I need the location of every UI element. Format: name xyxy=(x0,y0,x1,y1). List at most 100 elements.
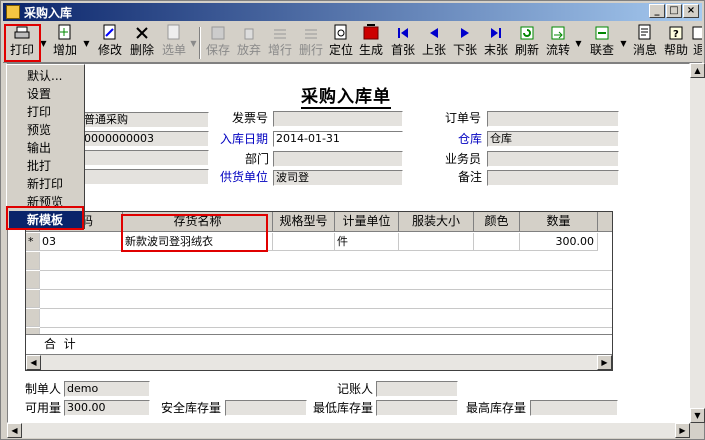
supplier-label[interactable]: 供货单位 xyxy=(220,168,268,185)
row-header xyxy=(26,252,40,270)
cell-unit[interactable]: 件 xyxy=(335,233,399,251)
menu-item-print[interactable]: 打印 xyxy=(9,103,83,121)
column-header-quantity[interactable]: 数量 xyxy=(520,212,598,232)
department-field[interactable] xyxy=(273,151,403,167)
remarks-field[interactable] xyxy=(487,170,619,186)
grid-horizontal-scrollbar[interactable]: ◀ ▶ xyxy=(26,354,612,370)
salesperson-field[interactable] xyxy=(487,151,619,167)
refresh-button[interactable]: 刷新 xyxy=(512,25,542,61)
supplier-field[interactable]: 波司登 xyxy=(273,170,403,186)
new-template-highlight-box xyxy=(6,206,84,230)
invoice-no-label: 发票号 xyxy=(232,111,269,125)
query-icon xyxy=(593,25,611,40)
flow-dropdown-arrow[interactable]: ▼ xyxy=(574,25,583,61)
toolbar: 打印 ▼ 增加 ▼ 修改 删除 选单 ▼ 保存 放弃 增行 删行 定位 生成 首… xyxy=(3,23,702,63)
menu-item-batch-print[interactable]: 批打 xyxy=(9,157,83,175)
cell-color[interactable] xyxy=(474,233,520,251)
warehouse-field[interactable]: 仓库 xyxy=(487,131,619,147)
close-button[interactable]: × xyxy=(683,4,699,18)
scroll-left-button[interactable]: ◀ xyxy=(7,423,22,438)
last-button[interactable]: 末张 xyxy=(481,25,511,61)
order-no-label: 订单号 xyxy=(445,111,482,125)
minimize-button[interactable]: _ xyxy=(649,4,665,18)
safety-stock-label: 安全库存量 xyxy=(161,401,222,415)
detail-grid: 编码 存货名称 规格型号 计量单位 服装大小 颜色 数量 * 03 新款波司登羽… xyxy=(25,211,613,371)
row-marker: * xyxy=(26,233,40,251)
purchase-type-field[interactable]: 普通采购 xyxy=(81,112,209,128)
column-header-spec[interactable]: 规格型号 xyxy=(273,212,335,232)
cell-code[interactable]: 03 xyxy=(40,233,123,251)
maker-field[interactable]: demo xyxy=(64,381,150,397)
add-icon xyxy=(56,24,74,40)
column-header-color[interactable]: 颜色 xyxy=(474,212,520,232)
message-icon xyxy=(636,24,654,40)
total-row-label: 合 计 xyxy=(26,334,612,354)
inbound-date-label[interactable]: 入库日期 xyxy=(220,130,268,147)
select-dropdown-arrow[interactable]: ▼ xyxy=(189,25,198,61)
menu-item-preview[interactable]: 预览 xyxy=(9,121,83,139)
flow-icon xyxy=(549,25,567,40)
help-button[interactable]: ? 帮助 xyxy=(661,25,691,61)
available-field[interactable]: 300.00 xyxy=(64,400,150,416)
query-button[interactable]: 联查 xyxy=(587,25,617,61)
delete-icon xyxy=(133,25,151,40)
next-button[interactable]: 下张 xyxy=(450,25,480,61)
next-icon xyxy=(456,25,474,40)
save-button[interactable]: 保存 xyxy=(203,25,233,61)
maximize-button[interactable]: □ xyxy=(666,4,682,18)
edit-button[interactable]: 修改 xyxy=(95,24,125,61)
app-window: 采购入库 _ □ × 打印 ▼ 增加 ▼ 修改 删除 选单 ▼ 保存 放弃 增行… xyxy=(0,0,705,440)
select-button[interactable]: 选单 xyxy=(159,24,189,61)
query-dropdown-arrow[interactable]: ▼ xyxy=(619,25,628,61)
row-header xyxy=(26,309,40,327)
delete-row-button[interactable]: 删行 xyxy=(296,25,326,61)
exit-icon xyxy=(692,25,702,40)
add-dropdown-arrow[interactable]: ▼ xyxy=(82,25,91,61)
message-button[interactable]: 消息 xyxy=(630,24,660,61)
voucher-number-field[interactable]: 0000000003 xyxy=(81,131,209,147)
add-button[interactable]: 增加 xyxy=(50,24,80,61)
grid-scroll-left-button[interactable]: ◀ xyxy=(26,355,41,370)
first-button[interactable]: 首张 xyxy=(388,25,418,61)
locate-button[interactable]: 定位 xyxy=(327,24,355,61)
horizontal-scrollbar[interactable]: ◀ ▶ xyxy=(7,423,690,438)
column-header-size[interactable]: 服装大小 xyxy=(399,212,474,232)
menu-item-output[interactable]: 输出 xyxy=(9,139,83,157)
bookkeeper-field[interactable] xyxy=(376,381,458,397)
exit-button[interactable]: 退 xyxy=(692,25,702,61)
vertical-scrollbar[interactable]: ▲ ▼ xyxy=(690,63,705,423)
min-stock-field[interactable] xyxy=(376,400,458,416)
header-field-3[interactable] xyxy=(81,150,209,166)
menu-item-default[interactable]: 默认... xyxy=(9,67,83,85)
abandon-button[interactable]: 放弃 xyxy=(234,25,264,61)
cell-size[interactable] xyxy=(399,233,474,251)
scroll-up-button[interactable]: ▲ xyxy=(690,63,705,78)
locate-icon xyxy=(332,24,350,40)
safety-stock-field[interactable] xyxy=(225,400,307,416)
flow-button[interactable]: 流转 xyxy=(543,25,573,61)
warehouse-label[interactable]: 仓库 xyxy=(458,130,482,147)
add-row-button[interactable]: 增行 xyxy=(265,25,295,61)
prev-button[interactable]: 上张 xyxy=(419,25,449,61)
cell-spec[interactable] xyxy=(273,233,335,251)
cell-quantity[interactable]: 300.00 xyxy=(520,233,598,251)
order-no-field[interactable] xyxy=(487,111,619,127)
inbound-date-field[interactable]: 2014-01-31 xyxy=(273,131,403,147)
add-row-icon xyxy=(271,25,289,40)
generate-button[interactable]: 生成 xyxy=(356,24,386,61)
menu-item-new-print[interactable]: 新打印 xyxy=(9,175,83,193)
scroll-right-button[interactable]: ▶ xyxy=(675,423,690,438)
select-icon xyxy=(165,24,183,40)
print-highlight-box xyxy=(4,24,41,62)
row-header xyxy=(26,290,40,308)
delete-button[interactable]: 删除 xyxy=(127,25,157,61)
scroll-down-button[interactable]: ▼ xyxy=(690,408,705,423)
department-label: 部门 xyxy=(245,152,270,166)
invoice-no-field[interactable] xyxy=(273,111,403,127)
row-header xyxy=(26,271,40,289)
grid-scroll-right-button[interactable]: ▶ xyxy=(597,355,612,370)
menu-item-settings[interactable]: 设置 xyxy=(9,85,83,103)
header-field-4[interactable] xyxy=(81,169,209,185)
column-header-unit[interactable]: 计量单位 xyxy=(335,212,399,232)
max-stock-field[interactable] xyxy=(530,400,618,416)
